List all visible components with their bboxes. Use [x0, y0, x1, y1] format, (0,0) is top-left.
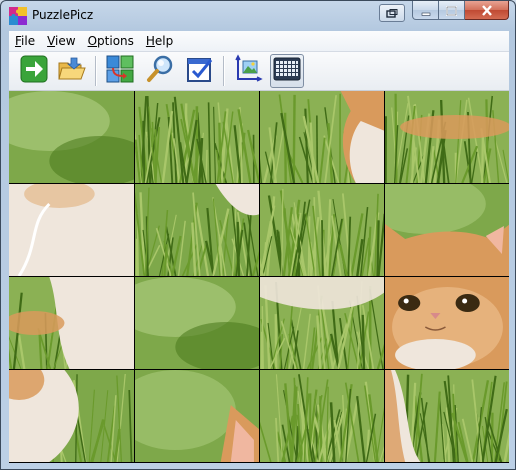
start-button[interactable] [17, 54, 51, 88]
tile-image [260, 370, 384, 462]
caption-buttons [412, 1, 509, 21]
title-bar[interactable]: PuzzlePicz [1, 1, 515, 31]
window-title: PuzzlePicz [32, 8, 94, 22]
puzzle-tile[interactable] [260, 370, 384, 462]
puzzle-tile[interactable] [260, 277, 384, 369]
puzzle-tile[interactable] [135, 184, 259, 276]
picture-axes-icon [233, 54, 263, 88]
tile-image [260, 184, 384, 276]
tile-image [135, 277, 259, 369]
tile-image [135, 370, 259, 462]
tile-image [135, 184, 259, 276]
grid-icon [273, 57, 301, 85]
puzzle-tile[interactable] [9, 277, 134, 369]
tile-image [385, 91, 509, 183]
close-icon [481, 1, 493, 20]
minimize-icon [421, 1, 431, 20]
puzzle-tile[interactable] [385, 184, 509, 276]
menu-bar: File View Options Help [9, 31, 509, 52]
puzzle-tile[interactable] [135, 370, 259, 462]
shuffle-button[interactable] [103, 54, 137, 88]
window-restore-icon [386, 4, 398, 23]
tile-image [9, 184, 134, 276]
magnifier-icon [145, 54, 175, 88]
puzzle-tile[interactable] [385, 370, 509, 462]
puzzle-tile[interactable] [135, 91, 259, 183]
toolbar [9, 52, 509, 91]
minimize-button[interactable] [412, 1, 439, 20]
green-arrow-icon [20, 55, 48, 87]
puzzle-tile[interactable] [9, 91, 134, 183]
restore-snap-button[interactable] [379, 4, 405, 22]
check-button[interactable] [183, 54, 217, 88]
puzzle-tile[interactable] [260, 91, 384, 183]
tile-image [9, 370, 134, 462]
tile-image [9, 91, 134, 183]
toolbar-separator [95, 56, 97, 86]
open-button[interactable] [55, 54, 89, 88]
grid-size-button[interactable] [270, 54, 304, 88]
swap-pieces-icon [105, 54, 135, 88]
checkmark-icon [185, 54, 215, 88]
tile-image [260, 91, 384, 183]
puzzle-board [9, 91, 509, 463]
preview-button[interactable] [143, 54, 177, 88]
puzzle-tile[interactable] [260, 184, 384, 276]
close-button[interactable] [465, 1, 509, 20]
toolbar-separator [223, 56, 225, 86]
puzzle-tile[interactable] [135, 277, 259, 369]
menu-help[interactable]: Help [140, 31, 179, 51]
puzzle-app-icon [9, 7, 27, 25]
puzzle-tile[interactable] [385, 277, 509, 369]
puzzle-tile[interactable] [9, 370, 134, 462]
open-folder-icon [57, 55, 87, 87]
tile-image [385, 277, 509, 369]
tile-image [385, 370, 509, 462]
tile-image [135, 91, 259, 183]
puzzle-tile[interactable] [9, 184, 134, 276]
show-picture-button[interactable] [231, 54, 265, 88]
maximize-icon [446, 1, 457, 20]
menu-view[interactable]: View [41, 31, 81, 51]
maximize-button[interactable] [439, 1, 465, 20]
app-window: PuzzlePicz File View Options Help [0, 0, 516, 470]
tile-image [385, 184, 509, 276]
tile-image [260, 277, 384, 369]
tile-image [9, 277, 134, 369]
menu-options[interactable]: Options [82, 31, 140, 51]
puzzle-tile[interactable] [385, 91, 509, 183]
menu-file[interactable]: File [9, 31, 41, 51]
